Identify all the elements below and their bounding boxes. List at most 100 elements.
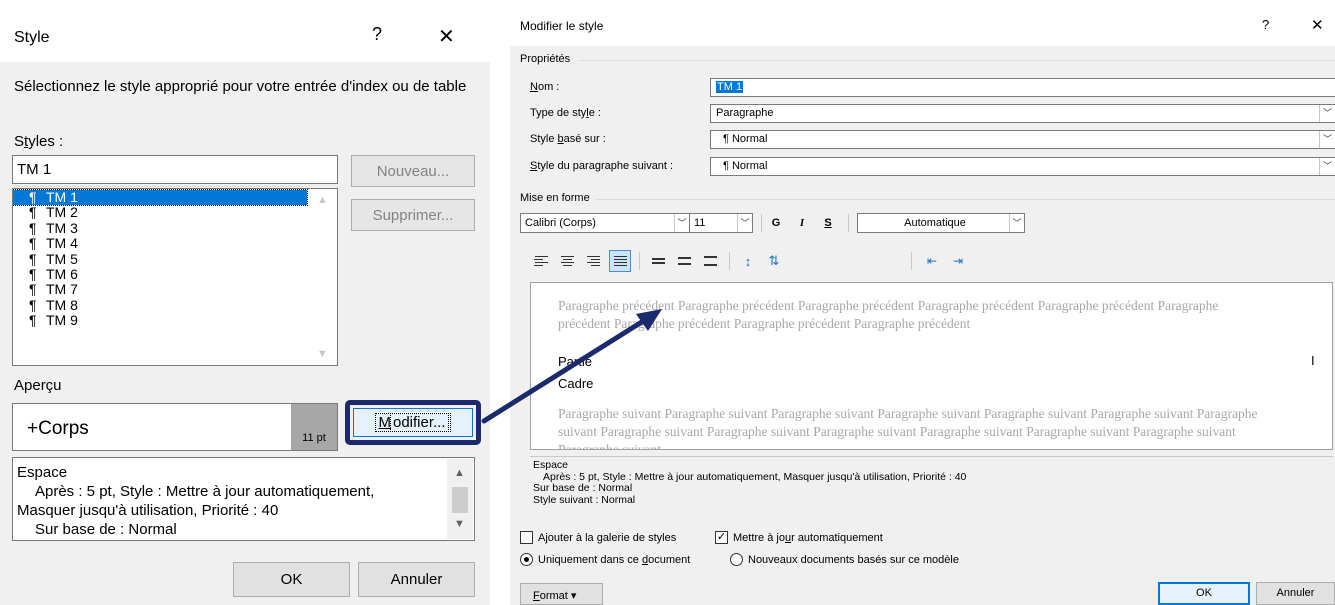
modify-style-dialog: Modifier le style ? ✕ Propriétés Nom : T… [510,0,1335,605]
modify-button[interactable]: Modifier... [353,408,473,437]
style-description: Espace Après : 5 pt, Style : Mettre à jo… [12,457,475,541]
underline-button[interactable]: S [818,213,838,233]
next-style-label: Style du paragraphe suivant : [530,160,674,172]
modify-style-titlebar: Modifier le style ? ✕ [510,0,1335,46]
chevron-down-icon[interactable]: ﹀ [737,214,752,232]
chevron-down-icon[interactable]: ﹀ [1009,214,1024,232]
section-divider [595,199,1335,200]
close-icon[interactable]: ✕ [1311,16,1324,34]
justify-icon[interactable] [609,250,631,272]
description-scrollbar[interactable]: ▲ ▼ [447,459,473,539]
properties-section-label: Propriétés [520,53,571,65]
list-scrollbar[interactable]: ▲ ▼ [310,190,336,364]
delete-button[interactable]: Supprimer... [351,199,475,231]
paragraph-mark-icon: ¶ [29,250,37,267]
double-spacing-icon[interactable] [699,250,721,272]
align-left-icon[interactable] [530,250,552,272]
section-divider [580,60,1335,61]
new-button[interactable]: Nouveau... [351,155,475,187]
cancel-button[interactable]: Annuler [1256,582,1335,605]
toolbar-separator [761,214,762,232]
scroll-up-icon[interactable]: ▲ [454,465,465,482]
italic-button[interactable]: I [792,213,812,233]
single-spacing-icon[interactable] [647,250,669,272]
scroll-down-icon[interactable]: ▼ [317,348,328,360]
paragraph-mark-icon: ¶ [29,219,37,236]
increase-indent-icon[interactable]: ⇥ [947,250,969,272]
style-description: Espace Après : 5 pt, Style : Mettre à jo… [530,456,1333,522]
bold-button[interactable]: G [766,213,786,233]
scroll-thumb[interactable] [452,487,468,513]
line-spacing-increase-icon[interactable]: ↕ [737,250,759,272]
help-icon[interactable]: ? [1262,17,1269,32]
list-item[interactable]: ¶ TM 3 [13,219,337,236]
align-center-icon[interactable] [556,250,578,272]
ok-button[interactable]: OK [233,562,350,597]
one-half-spacing-icon[interactable] [673,250,695,272]
paragraph-mark-icon: ¶ [29,265,37,282]
styles-label: Styles : [14,133,64,150]
list-item[interactable]: ¶ TM 1 [13,189,308,207]
preview-text-line: Partie [558,354,592,369]
align-right-icon[interactable] [582,250,604,272]
ok-button[interactable]: OK [1158,582,1250,605]
font-select[interactable]: Calibri (Corps) ﹀ [520,213,690,233]
preview-size: 11 pt [291,404,337,450]
font-size-select[interactable]: 11 ﹀ [689,213,753,233]
paragraph-mark-icon: ¶ [29,281,37,298]
style-name-field[interactable]: TM 1 [710,78,1335,97]
help-icon[interactable]: ? [372,24,382,45]
chevron-down-icon[interactable]: ﹀ [1319,105,1335,122]
format-button[interactable]: Format ▾ [520,583,603,605]
scroll-down-icon[interactable]: ▼ [454,516,465,533]
new-documents-radio[interactable]: Nouveaux documents basés sur ce modèle [730,553,959,566]
chevron-down-icon[interactable]: ﹀ [1319,131,1335,148]
chevron-down-icon[interactable]: ﹀ [674,214,689,232]
cancel-button[interactable]: Annuler [358,562,475,597]
style-name-input[interactable]: TM 1 [12,155,338,184]
preview-previous-paragraph: Paragraphe précédent Paragraphe précéden… [558,298,1219,331]
line-spacing-decrease-icon[interactable]: ⇅ [763,250,785,272]
only-this-document-radio[interactable]: Uniquement dans ce document [520,553,690,566]
add-to-gallery-checkbox[interactable]: Ajouter à la galerie de styles [520,531,676,544]
checkbox-unchecked-icon[interactable] [520,531,533,544]
style-preview-pane: Paragraphe précédent Paragraphe précéden… [530,282,1333,450]
toolbar-separator [848,214,849,232]
modify-button-highlight: Modifier... [345,400,481,445]
font-color-select[interactable]: Automatique ﹀ [857,213,1025,233]
list-item[interactable]: ¶ TM 6 [13,265,337,282]
list-item[interactable]: ¶ TM 5 [13,250,337,267]
toolbar-separator [639,252,640,270]
list-item[interactable]: ¶ TM 7 [13,282,337,297]
name-label: Nom : [530,81,560,93]
auto-update-checkbox[interactable]: ✓ Mettre à jour automatiquement [715,531,883,544]
toolbar-separator [729,252,730,270]
preview-label: Aperçu [14,377,62,394]
preview-next-paragraph: Paragraphe suivant Paragraphe suivant Pa… [558,406,1258,450]
close-icon[interactable]: ✕ [438,24,455,49]
style-type-select[interactable]: Paragraphe ﹀ [710,104,1335,123]
style-dialog: Style ? ✕ Sélectionnez le style appropri… [0,0,490,605]
radio-selected-icon[interactable] [520,553,533,566]
list-item[interactable]: ¶ TM 8 [13,296,337,313]
paragraph-mark-icon: ¶ [29,235,37,252]
paragraph-mark-icon: ¶ [29,296,37,313]
based-on-select[interactable]: ¶ Normal ﹀ [710,130,1335,149]
dialog-title: Style [14,29,50,46]
style-type-label: Type de style : [530,107,601,119]
list-item[interactable]: ¶ TM 9 [13,313,337,328]
styles-list[interactable]: ¶ TM 1 ¶ TM 2 ¶ TM 3 ¶ TM 4 ¶ TM 5 ¶ TM 6 ¶ TM … [12,188,338,366]
next-style-select[interactable]: ¶ Normal ﹀ [710,157,1335,176]
checkbox-checked-icon[interactable]: ✓ [715,531,728,544]
dialog-title: Modifier le style [520,19,604,33]
style-preview: +Corps 11 pt [12,403,338,451]
scroll-up-icon[interactable]: ▲ [317,194,328,206]
radio-unselected-icon[interactable] [730,553,743,566]
list-item[interactable]: ¶ TM 2 [13,205,337,220]
list-item[interactable]: ¶ TM 4 [13,236,337,251]
paragraph-mark-icon: ¶ [29,189,37,205]
chevron-down-icon[interactable]: ﹀ [1319,158,1335,175]
decrease-indent-icon[interactable]: ⇤ [921,250,943,272]
paragraph-mark-icon: ¶ [29,204,37,221]
preview-font-name: +Corps [27,418,89,439]
